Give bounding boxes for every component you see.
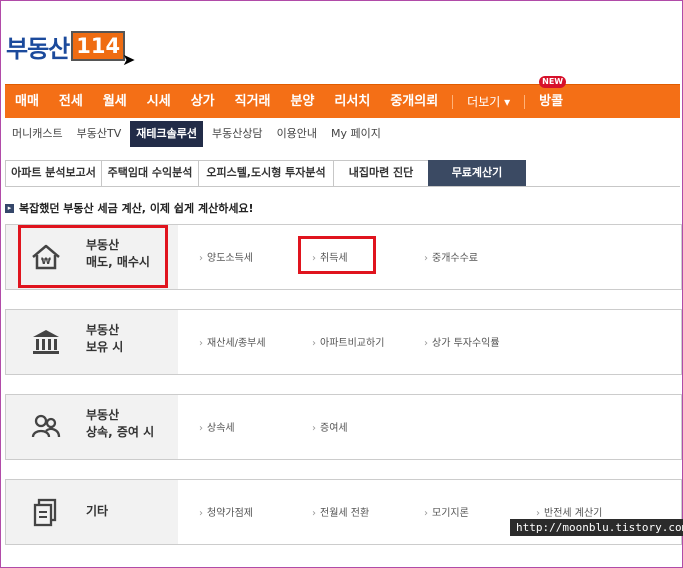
category-title-line2: 상속, 증여 시 xyxy=(86,425,155,439)
link-half-jeonse-calc[interactable]: › 반전세 계산기 xyxy=(536,504,602,519)
category-head: 기타 xyxy=(6,480,178,544)
tab-free-calculator[interactable]: 무료계산기 xyxy=(428,160,526,186)
notice-text: ▸ 복잡했던 부동산 세금 계산, 이제 쉽게 계산하세요! xyxy=(5,200,254,216)
sub-nav-guide[interactable]: 이용안내 xyxy=(270,121,324,147)
nav-item-banggol[interactable]: NEW 방콜 xyxy=(529,76,573,118)
link-store-yield[interactable]: › 상가 투자수익률 xyxy=(424,334,500,349)
nav-more-button[interactable]: 더보기 ▾ xyxy=(457,93,520,110)
bank-building-icon xyxy=(33,330,59,354)
category-title: 기타 xyxy=(86,503,108,520)
sub-nav-mypage[interactable]: My 페이지 xyxy=(324,121,388,147)
category-title-line1: 부동산 xyxy=(86,408,120,422)
sub-nav-solution[interactable]: 재테크솔루션 xyxy=(130,121,203,147)
category-title-line2: 보유 시 xyxy=(86,340,124,354)
nav-item-wolse[interactable]: 월세 xyxy=(93,85,137,118)
highlight-box xyxy=(298,236,376,274)
link-apt-compare[interactable]: › 아파트비교하기 xyxy=(312,334,384,349)
link-brokerage-fee[interactable]: › 중개수수료 xyxy=(424,249,478,264)
link-capital-gains-tax[interactable]: › 양도소득세 xyxy=(199,249,253,264)
link-property-tax[interactable]: › 재산세/종부세 xyxy=(199,334,266,349)
arrow-right-icon: ▸ xyxy=(5,203,14,213)
sub-nav-tv[interactable]: 부동산TV xyxy=(70,121,129,147)
nav-item-brokerage[interactable]: 중개의뢰 xyxy=(380,85,448,118)
watermark: http://moonblu.tistory.com xyxy=(510,519,683,536)
nav-item-research[interactable]: 리서치 xyxy=(324,85,380,118)
tab-apt-report[interactable]: 아파트 분석보고서 xyxy=(5,160,102,186)
nav-item-sise[interactable]: 시세 xyxy=(137,85,181,118)
sub-nav-consult[interactable]: 부동산상담 xyxy=(205,121,270,147)
category-holding: 부동산 보유 시 › 재산세/종부세 › 아파트비교하기 › 상가 투자수익률 xyxy=(5,309,682,375)
link-rent-conversion[interactable]: › 전월세 전환 xyxy=(312,504,369,519)
document-copy-icon xyxy=(33,498,57,527)
link-subscription-points[interactable]: › 청약가점제 xyxy=(199,504,253,519)
tab-officetel[interactable]: 오피스텔,도시형 투자분석 xyxy=(198,160,334,186)
link-mortgage[interactable]: › 모기지론 xyxy=(424,504,469,519)
new-badge: NEW xyxy=(539,76,567,88)
logo-box: 114 xyxy=(71,31,126,61)
sub-nav-moneycast[interactable]: 머니캐스트 xyxy=(5,121,70,147)
tab-rental-analysis[interactable]: 주택임대 수익분석 xyxy=(101,160,199,186)
category-head: 부동산 보유 시 xyxy=(6,310,178,374)
site-logo[interactable]: 부동산 114 xyxy=(6,26,126,66)
family-icon xyxy=(31,414,61,438)
main-nav: 매매 전세 월세 시세 상가 직거래 분양 리서치 중개의뢰 더보기 ▾ NEW… xyxy=(5,76,680,118)
highlight-box xyxy=(18,225,168,288)
sub-nav: 머니캐스트 부동산TV 재테크솔루션 부동산상담 이용안내 My 페이지 xyxy=(5,121,388,147)
nav-item-jeonse[interactable]: 전세 xyxy=(49,85,93,118)
category-title: 부동산 보유 시 xyxy=(86,322,123,356)
category-title: 부동산 상속, 증여 시 xyxy=(86,407,154,441)
category-title-line1: 부동산 xyxy=(86,323,120,337)
nav-item-maemae[interactable]: 매매 xyxy=(5,85,49,118)
nav-item-banggol-label: 방콜 xyxy=(539,94,564,109)
nav-item-bunyang[interactable]: 분양 xyxy=(281,85,325,118)
tab-home-diagnosis[interactable]: 내집마련 진단 xyxy=(333,160,429,186)
nav-item-direct[interactable]: 직거래 xyxy=(225,85,281,118)
category-title-line1: 기타 xyxy=(86,504,109,518)
nav-item-sangga[interactable]: 상가 xyxy=(181,85,225,118)
link-inheritance-tax[interactable]: › 상속세 xyxy=(199,419,235,434)
logo-text: 부동산 xyxy=(6,34,70,63)
nav-separator xyxy=(452,94,454,109)
mouse-cursor-icon: ➤ xyxy=(122,50,136,69)
nav-separator xyxy=(524,94,526,109)
link-gift-tax[interactable]: › 증여세 xyxy=(312,419,348,434)
notice-label: 복잡했던 부동산 세금 계산, 이제 쉽게 계산하세요! xyxy=(19,202,254,215)
category-inherit: 부동산 상속, 증여 시 › 상속세 › 증여세 xyxy=(5,394,682,460)
tab-bar: 아파트 분석보고서 주택임대 수익분석 오피스텔,도시형 투자분석 내집마련 진… xyxy=(5,160,680,187)
category-head: 부동산 상속, 증여 시 xyxy=(6,395,178,459)
